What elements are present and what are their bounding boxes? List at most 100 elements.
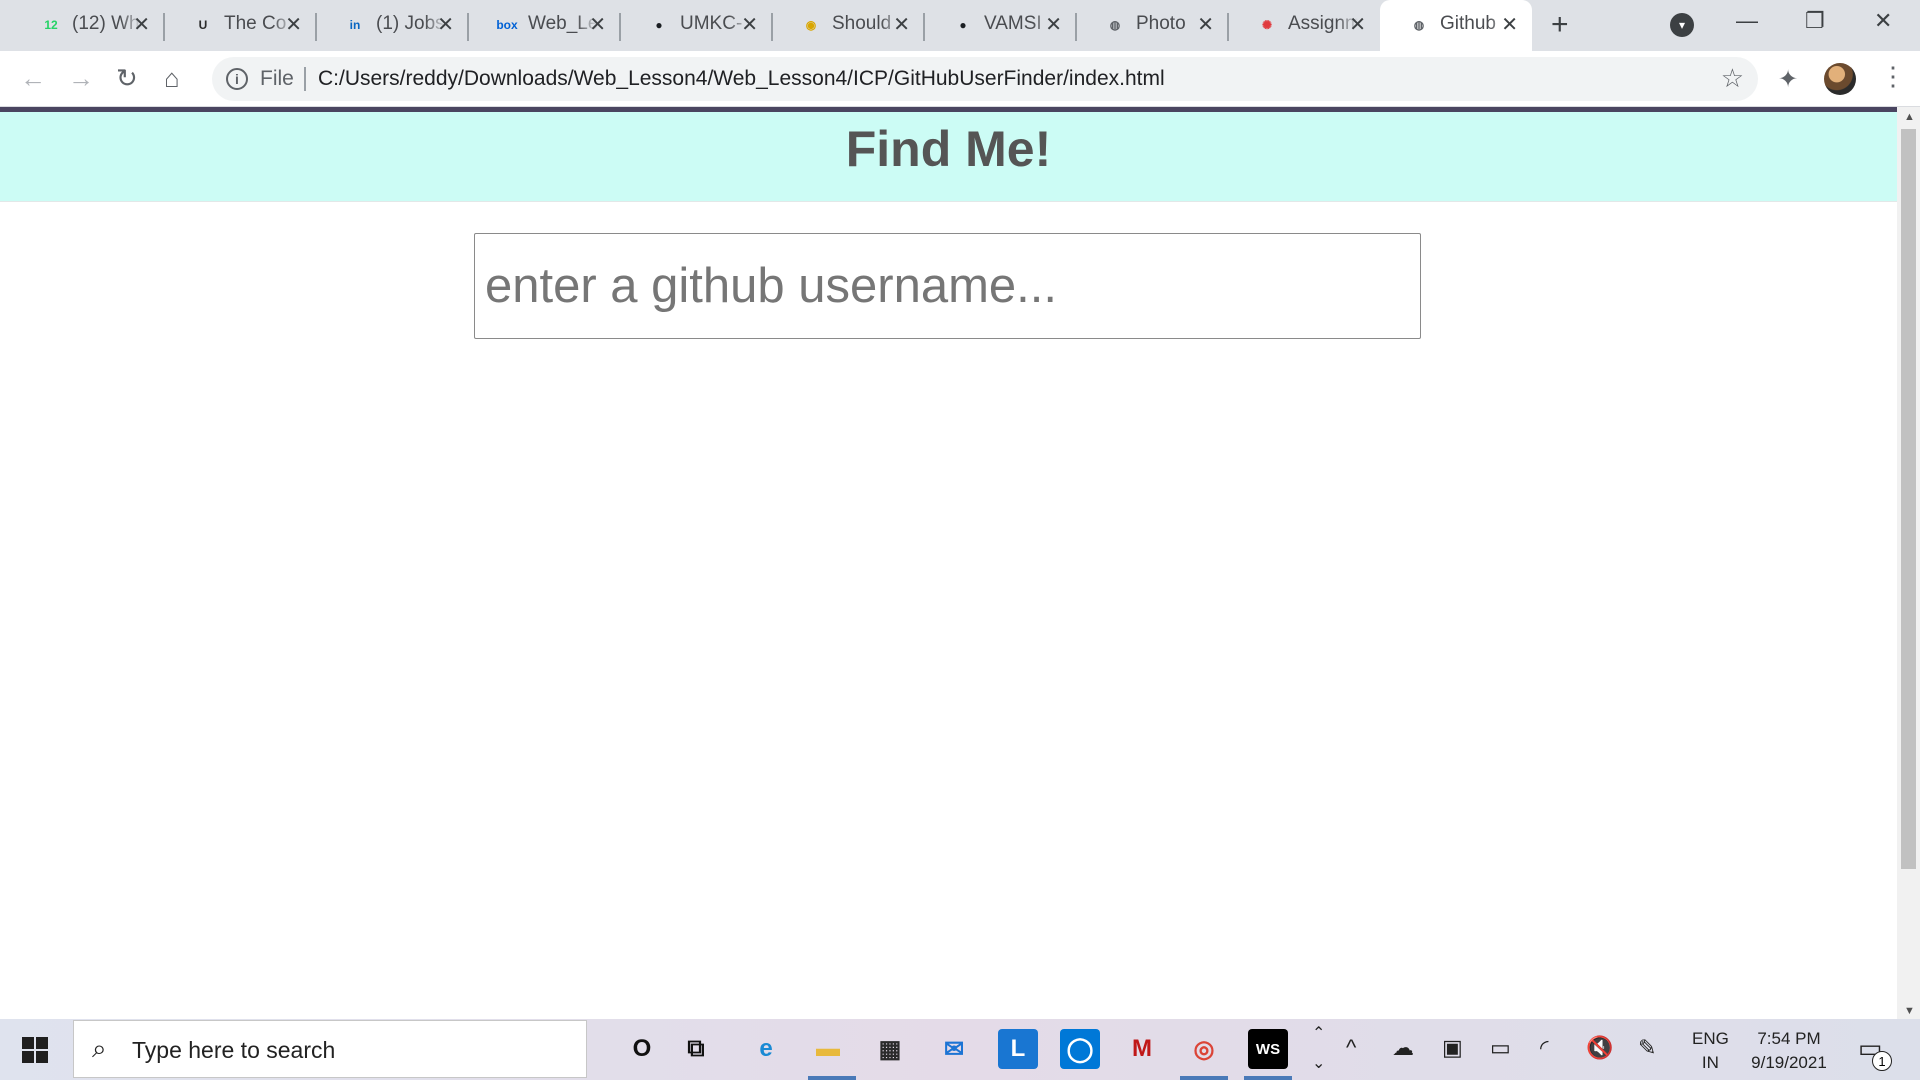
tab-search-button[interactable]: ▾ [1670, 13, 1694, 37]
tab-close-icon[interactable]: ✕ [893, 12, 910, 37]
edge-icon[interactable]: e [746, 1029, 786, 1069]
github-icon: ● [655, 18, 663, 32]
browser-tab[interactable]: in (1) Jobs ✕ [316, 0, 468, 51]
reload-button[interactable]: ↻ [116, 63, 138, 94]
cortana-icon[interactable]: O [622, 1029, 662, 1069]
globe-icon: ◍ [1109, 18, 1121, 32]
new-tab-button[interactable]: + [1551, 8, 1569, 42]
tab-close-icon[interactable]: ✕ [1197, 12, 1214, 37]
tab-close-icon[interactable]: ✕ [741, 12, 758, 37]
store-icon[interactable]: ▦ [870, 1029, 910, 1069]
pen-icon[interactable]: ✎ [1638, 1035, 1656, 1061]
tab-title: VAMSI [984, 13, 1042, 34]
page-viewport: Find Me! [0, 107, 1897, 1019]
language-indicator[interactable]: ENG IN [1692, 1027, 1729, 1075]
site-info-icon[interactable]: i [226, 68, 248, 90]
security-tray-icon[interactable]: ▣ [1442, 1035, 1463, 1061]
linkedin-icon: in [349, 18, 361, 32]
task-view-icon[interactable]: ⧉ [676, 1029, 716, 1069]
language-code: ENG [1692, 1029, 1729, 1048]
wifi-icon[interactable]: ◜ [1540, 1035, 1549, 1061]
webstorm-icon[interactable]: WS [1248, 1029, 1288, 1069]
back-button[interactable]: ← [20, 63, 46, 94]
clock[interactable]: 7:54 PM 9/19/2021 [1744, 1027, 1834, 1075]
scroll-thumb[interactable] [1901, 129, 1916, 869]
home-button[interactable]: ⌂ [164, 63, 180, 94]
tab-title: Assignment [1288, 13, 1358, 34]
browser-tab[interactable]: ✺ Assignment✕ [1228, 0, 1380, 51]
tab-close-icon[interactable]: ✕ [1045, 12, 1062, 37]
window-close-button[interactable]: ✕ [1874, 8, 1892, 34]
browser-tab[interactable]: U The Co ✕ [164, 0, 316, 51]
page-title: Find Me! [845, 121, 1052, 177]
browser-tab[interactable]: 12 (12) WhatsApp✕ [12, 0, 164, 51]
browser-tab[interactable]: box Web_Lesson4✕ [468, 0, 620, 51]
tab-title: Web_Lesson4 [528, 13, 598, 34]
browser-toolbar: ← → ↻ ⌂ i File C:/Users/reddy/Downloads/… [0, 51, 1920, 107]
browser-menu-icon[interactable]: ⋮ [1880, 61, 1906, 92]
whatsapp-icon: 12 [44, 18, 58, 32]
region-code: IN [1701, 1053, 1719, 1072]
clock-date: 9/19/2021 [1751, 1053, 1827, 1072]
mail-icon[interactable]: ✉ [934, 1029, 974, 1069]
tab-title: UMKC- [680, 13, 743, 34]
tab-title: The Co [224, 13, 287, 34]
windows-start-icon[interactable] [22, 1037, 48, 1063]
tab-close-icon[interactable]: ✕ [285, 12, 302, 37]
forward-button[interactable]: → [68, 63, 94, 94]
browser-tab[interactable]: ◍ Photo ✕ [1076, 0, 1228, 51]
minion-icon: ◉ [805, 18, 817, 32]
file-explorer-icon[interactable]: ▬ [808, 1029, 848, 1069]
scroll-down-arrow-icon[interactable]: ▼ [1904, 1005, 1915, 1017]
tab-title: (12) WhatsApp [72, 13, 142, 34]
tab-close-icon[interactable]: ✕ [589, 12, 606, 37]
globe-icon: ◍ [1413, 18, 1425, 32]
clock-time: 7:54 PM [1757, 1029, 1821, 1048]
taskbar-scroll-up-icon[interactable]: ⌃ [1312, 1023, 1325, 1043]
taskbar-active-indicator [1180, 1076, 1228, 1080]
taskbar-active-indicator [808, 1076, 856, 1080]
battery-icon[interactable]: ▭ [1490, 1035, 1511, 1061]
speaker-muted-icon[interactable]: 🔇 [1586, 1035, 1613, 1061]
taskbar-search-box[interactable]: ⌕ Type here to search [73, 1020, 587, 1078]
onedrive-cloud-icon[interactable]: ☁ [1392, 1035, 1414, 1061]
tab-title: (1) Jobs [376, 13, 445, 34]
page-header: Find Me! [0, 112, 1897, 202]
browser-tab[interactable]: ● VAMSI ✕ [924, 0, 1076, 51]
windows-taskbar: ⌕ Type here to search ⌃ ⌄ ^ ☁ ▣ ▭ ◜ 🔇 ✎ … [0, 1019, 1920, 1080]
canvas-icon: ✺ [1261, 18, 1273, 32]
page-scrollbar[interactable]: ▲ ▼ [1897, 107, 1920, 1019]
search-icon: ⌕ [92, 1033, 107, 1063]
profile-avatar[interactable] [1824, 63, 1856, 95]
scroll-up-arrow-icon[interactable]: ▲ [1904, 111, 1915, 123]
url-text[interactable]: C:/Users/reddy/Downloads/Web_Lesson4/Web… [318, 67, 1165, 91]
address-bar[interactable]: i File C:/Users/reddy/Downloads/Web_Less… [212, 57, 1758, 101]
tab-close-icon[interactable]: ✕ [437, 12, 454, 37]
github-icon: ● [959, 18, 967, 32]
taskbar-scroll-down-icon[interactable]: ⌄ [1312, 1053, 1325, 1073]
browser-tab[interactable]: ● UMKC- ✕ [620, 0, 772, 51]
tab-close-icon[interactable]: ✕ [133, 12, 150, 37]
tray-chevron-icon[interactable]: ^ [1346, 1035, 1356, 1061]
browser-tab[interactable]: ◉ Should ✕ [772, 0, 924, 51]
tab-strip: + ▾ — ❐ ✕ 12(12) WhatsApp✕UThe Co✕in(1) … [0, 0, 1920, 51]
tab-close-icon[interactable]: ✕ [1349, 12, 1366, 37]
u-icon: U [198, 18, 208, 32]
github-username-input[interactable] [474, 233, 1421, 339]
tab-title: Should [832, 13, 892, 34]
minimize-button[interactable]: — [1736, 8, 1758, 34]
tab-close-icon[interactable]: ✕ [1501, 12, 1518, 37]
chrome-icon[interactable]: ◎ [1184, 1029, 1224, 1069]
restore-button[interactable]: ❐ [1805, 8, 1825, 34]
tab-title: Photo [1136, 13, 1186, 34]
extensions-icon[interactable]: ✦ [1778, 65, 1798, 94]
mcafee-icon[interactable]: M [1122, 1029, 1162, 1069]
box-icon: box [496, 18, 518, 32]
scheme-label: File [260, 67, 294, 90]
taskbar-active-indicator [1244, 1076, 1292, 1080]
l-app-icon[interactable]: L [998, 1029, 1038, 1069]
cortana-blue-icon[interactable]: ◯ [1060, 1029, 1100, 1069]
browser-tab[interactable]: ◍ Github ✕ [1380, 0, 1532, 51]
notification-count-badge: 1 [1872, 1051, 1892, 1071]
bookmark-star-icon[interactable]: ☆ [1721, 63, 1744, 94]
